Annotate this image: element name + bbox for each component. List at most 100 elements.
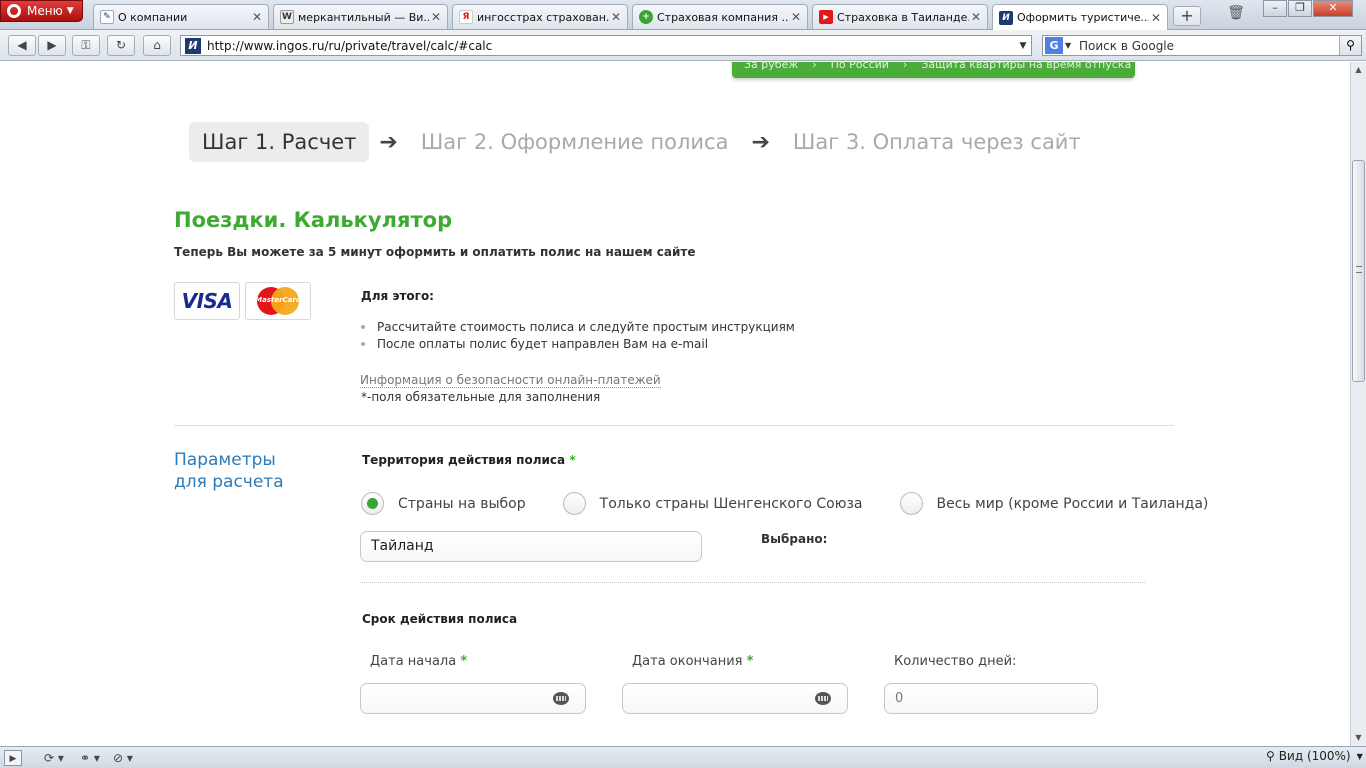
google-icon[interactable]: G [1045, 37, 1063, 54]
search-icon[interactable]: ⚲ [1339, 36, 1361, 55]
step-1-calculation: Шаг 1. Расчет [189, 122, 370, 162]
term-label: Срок действия полиса [362, 612, 518, 626]
site-identity-icon: И [185, 37, 201, 54]
menu-separator: › [902, 62, 908, 71]
arrow-right-icon: ➔ [751, 129, 770, 155]
radio-button[interactable] [899, 492, 923, 515]
page-subtitle: Теперь Вы можете за 5 минут оформить и о… [174, 245, 696, 259]
tab-travel-insurance-active[interactable]: И Оформить туристиче... ✕ [992, 4, 1168, 30]
zoom-control[interactable]: ⚲ Вид (100%) ▼ [1266, 749, 1363, 763]
end-date-label: Дата окончания * [632, 654, 754, 669]
for-this-heading: Для этого: [361, 289, 434, 303]
tab-close-icon[interactable]: ✕ [1149, 11, 1163, 25]
key-icon[interactable]: ⚿ [72, 35, 100, 56]
required-fields-note: *-поля обязательные для заполнения [361, 390, 601, 404]
mastercard-logo: MasterCard [245, 282, 311, 320]
browser-tab-bar: Меню ▼ ✎ О компании ✕ W меркантильный — … [0, 0, 1366, 30]
radio-option-schengen[interactable]: Только страны Шенгенского Союза [562, 492, 863, 515]
start-date-input[interactable] [360, 683, 586, 714]
ingos-favicon-icon: И [999, 10, 1013, 25]
restore-button[interactable]: ❐ [1288, 0, 1312, 17]
tab-insurance-company[interactable]: + Страховая компания ... ✕ [632, 4, 808, 29]
tab-youtube[interactable]: ▶ Страховка в Таиланде... ✕ [812, 4, 988, 29]
menu-item-apartment[interactable]: Защита квартиры на время отпуска [921, 62, 1131, 71]
dotted-divider [360, 582, 1145, 583]
new-tab-button[interactable]: + [1173, 6, 1201, 26]
scroll-up-icon[interactable]: ▲ [1351, 62, 1366, 78]
tab-close-icon[interactable]: ✕ [609, 10, 623, 24]
mastercard-logo-text: MasterCard [255, 296, 301, 304]
visa-logo: VISA [174, 282, 240, 320]
tab-yandex[interactable]: Я ингосстрах страхован... ✕ [452, 4, 628, 29]
territory-label: Территория действия полиса * [362, 453, 576, 467]
days-count-input[interactable]: 0 [884, 683, 1098, 714]
instructions-list: Рассчитайте стоимость полиса и следуйте … [360, 318, 795, 352]
start-date-label: Дата начала * [370, 654, 468, 669]
bullet-icon [361, 324, 365, 329]
calendar-icon[interactable] [553, 692, 569, 705]
end-date-input[interactable] [622, 683, 848, 714]
search-input[interactable]: G ▼ Поиск в Google ⚲ [1042, 35, 1362, 56]
sync-icon[interactable]: ⟳ ▾ [44, 750, 64, 766]
url-text[interactable]: http://www.ingos.ru/ru/private/travel/ca… [207, 39, 1015, 53]
params-section-title: Параметры для расчета [174, 450, 284, 492]
chevron-down-icon[interactable]: ▼ [1065, 41, 1075, 50]
page-scrollbar[interactable]: ▲ ▼ [1350, 62, 1366, 746]
radio-option-worldwide[interactable]: Весь мир (кроме России и Таиланда) [899, 492, 1208, 515]
panel-toggle-icon[interactable]: ▶ [4, 750, 22, 766]
tab-close-icon[interactable]: ✕ [969, 10, 983, 24]
browser-status-bar: ▶ ⟳ ▾ ⚭ ▾ ⊘ ▾ ⚲ Вид (100%) ▼ [0, 746, 1366, 768]
list-item: Рассчитайте стоимость полиса и следуйте … [360, 318, 795, 335]
yandex-favicon-icon: Я [459, 10, 473, 24]
opera-menu-button[interactable]: Меню ▼ [0, 0, 83, 22]
trash-icon[interactable]: 🗑 [1225, 5, 1247, 27]
unite-icon[interactable]: ⚭ ▾ [80, 750, 100, 766]
opera-logo-icon [7, 4, 21, 18]
window-close-button[interactable]: ✕ [1313, 0, 1353, 17]
arrow-right-icon: ➔ [379, 129, 398, 155]
top-green-menu: За рубеж › По России › Защита квартиры н… [732, 62, 1135, 78]
radio-button[interactable] [361, 492, 384, 515]
back-button[interactable]: ◀ [8, 35, 36, 56]
minimize-button[interactable]: – [1263, 0, 1287, 17]
payment-security-link[interactable]: Информация о безопасности онлайн-платеже… [360, 373, 661, 388]
scroll-down-icon[interactable]: ▼ [1351, 730, 1366, 746]
menu-item-russia[interactable]: По России [831, 62, 889, 71]
tab-close-icon[interactable]: ✕ [789, 10, 803, 24]
calendar-icon[interactable] [815, 692, 831, 705]
page-title: Поездки. Калькулятор [174, 208, 453, 232]
menu-item-abroad[interactable]: За рубеж [744, 62, 798, 71]
tab-close-icon[interactable]: ✕ [250, 10, 264, 24]
bullet-icon [361, 341, 365, 346]
page-viewport: За рубеж › По России › Защита квартиры н… [0, 62, 1350, 746]
days-count-label: Количество дней: [894, 654, 1017, 669]
forward-button[interactable]: ▶ [38, 35, 66, 56]
tab-wiki[interactable]: W меркантильный — Ви... ✕ [273, 4, 448, 29]
step-2-registration: Шаг 2. Оформление полиса [420, 130, 729, 154]
country-input[interactable]: Тайланд [360, 531, 702, 562]
chevron-down-icon: ▼ [66, 6, 74, 16]
chevron-down-icon[interactable]: ▼ [1015, 41, 1031, 51]
chevron-down-icon[interactable]: ▼ [1357, 752, 1363, 761]
step-indicator: Шаг 1. Расчет ➔ Шаг 2. Оформление полиса… [189, 122, 1094, 162]
selected-countries-label: Выбрано: [761, 532, 828, 546]
browser-address-bar: ◀ ▶ ⚿ ↻ ⌂ И http://www.ingos.ru/ru/priva… [0, 30, 1366, 61]
turbo-icon[interactable]: ⊘ ▾ [113, 750, 133, 766]
radio-button[interactable] [562, 492, 586, 515]
ingos-favicon-icon: ✎ [100, 10, 114, 24]
scroll-thumb[interactable] [1352, 160, 1365, 382]
menu-separator: › [812, 62, 817, 71]
url-input[interactable]: И http://www.ingos.ru/ru/private/travel/… [180, 35, 1032, 56]
section-divider [174, 425, 1174, 426]
home-button[interactable]: ⌂ [143, 35, 171, 56]
step-3-payment: Шаг 3. Оплата через сайт [792, 130, 1081, 154]
radio-option-countries-choice[interactable]: Страны на выбор [361, 492, 526, 515]
youtube-favicon-icon: ▶ [819, 10, 833, 24]
required-mark: * [569, 453, 576, 467]
tab-about-company[interactable]: ✎ О компании ✕ [93, 4, 269, 29]
tab-close-icon[interactable]: ✕ [429, 10, 443, 24]
menu-label: Меню [27, 4, 63, 18]
list-item: После оплаты полис будет направлен Вам н… [360, 335, 795, 352]
reload-button[interactable]: ↻ [107, 35, 135, 56]
search-placeholder[interactable]: Поиск в Google [1075, 39, 1339, 53]
